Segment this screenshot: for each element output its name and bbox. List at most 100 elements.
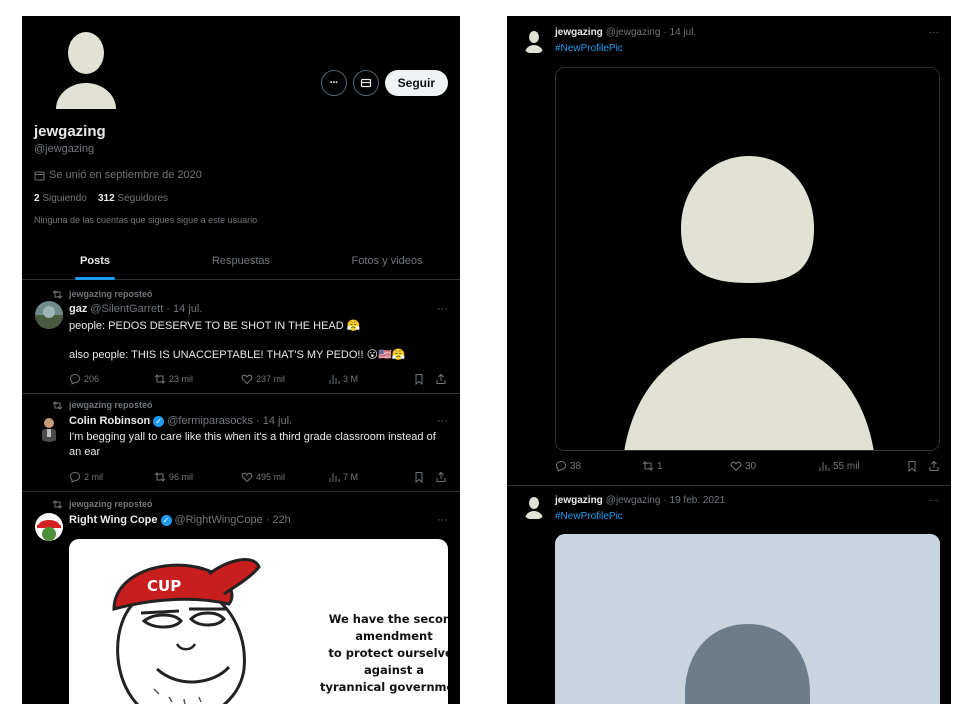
default-avatar-image (555, 534, 940, 704)
calendar-icon (34, 171, 45, 180)
more-icon[interactable]: ··· (437, 303, 448, 315)
avatar[interactable] (521, 494, 547, 520)
tweet-header: Colin Robinson ✓ @fermiparasocks · 14 ju… (69, 415, 448, 427)
like-button[interactable]: 237 mil (241, 373, 328, 385)
author-handle[interactable]: @SilentGarrett (90, 303, 163, 315)
author-name[interactable]: Colin Robinson (69, 415, 150, 427)
tweet-actions: 206 23 mil 237 mil 3 M (69, 373, 448, 385)
share-icon (436, 373, 446, 384)
profile-avatar[interactable] (22, 16, 152, 126)
share-button[interactable] (928, 460, 940, 472)
hashtag-link[interactable]: #NewProfilePic (555, 43, 623, 54)
tweet-time[interactable]: · 14 jul. (166, 303, 202, 315)
profile-stats: 2 Siguiendo 312 Seguidores (34, 193, 168, 204)
heart-icon (241, 472, 253, 483)
repost-icon (52, 289, 63, 299)
tweet-text: an ear (69, 446, 101, 458)
bookmark-button[interactable] (413, 471, 435, 483)
author-handle[interactable]: @RightWingCope (175, 514, 263, 526)
more-icon[interactable]: ··· (929, 27, 939, 38)
avatar[interactable] (35, 513, 63, 541)
author-name[interactable]: gaz (69, 303, 87, 315)
ellipsis-icon: ··· (329, 77, 339, 89)
reply-icon (555, 460, 567, 472)
hashtag-link[interactable]: #NewProfilePic (555, 511, 623, 522)
share-icon (436, 471, 446, 482)
bookmark-icon (908, 461, 916, 472)
reply-button[interactable]: 206 (69, 373, 154, 385)
tab-replies[interactable]: Respuestas (168, 248, 314, 279)
tweet[interactable]: jewgazing reposteó Colin Robinson ✓ @fer… (22, 394, 460, 492)
following-link[interactable]: 2 Siguiendo (34, 193, 87, 204)
views-button[interactable]: 7 M (328, 471, 413, 483)
media-tweets-panel: jewgazing @jewgazing · 14 jul. ··· #NewP… (507, 16, 951, 704)
tweet-image[interactable] (555, 534, 940, 704)
reply-button[interactable]: 38 (555, 460, 642, 472)
repost-icon (52, 499, 63, 509)
profile-joined: Se unió en septiembre de 2020 (34, 169, 202, 181)
repost-icon (52, 400, 63, 410)
follow-button[interactable]: Seguir (384, 70, 448, 96)
more-icon[interactable]: ··· (929, 495, 939, 506)
tweet-time[interactable]: · 14 jul. (663, 27, 696, 38)
verified-badge-icon: ✓ (160, 514, 172, 526)
avatar[interactable] (35, 414, 63, 442)
repost-indicator: jewgazing reposteó (52, 499, 153, 509)
author-handle[interactable]: @fermiparasocks (167, 415, 253, 427)
bookmark-icon (415, 472, 423, 483)
tweet-image[interactable]: CUP We have the second amendment to prot… (69, 539, 448, 704)
profile-name: jewgazing (34, 123, 106, 140)
share-icon (929, 460, 939, 471)
retweet-button[interactable]: 96 mil (154, 471, 241, 483)
chart-icon (329, 375, 340, 384)
heart-icon (730, 461, 742, 472)
author-name[interactable]: jewgazing (555, 495, 603, 506)
tweet-time[interactable]: · 22h (266, 514, 291, 526)
chart-icon (329, 473, 340, 482)
views-button[interactable]: 55 mil (818, 460, 906, 472)
repost-icon (154, 472, 166, 482)
repost-icon (642, 461, 654, 471)
followers-link[interactable]: 312 Seguidores (98, 193, 168, 204)
reply-icon (69, 373, 81, 385)
profile-panel: ··· Seguir jewgazing @jewgazing Se unió … (22, 16, 460, 704)
message-button[interactable] (352, 70, 379, 96)
avatar[interactable] (521, 28, 547, 54)
tweet[interactable]: jewgazing reposteó gaz @SilentGarrett · … (22, 281, 460, 394)
author-name[interactable]: Right Wing Cope (69, 514, 158, 526)
verified-badge-icon: ✓ (153, 415, 165, 427)
share-button[interactable] (435, 471, 447, 483)
more-options-button[interactable]: ··· (320, 70, 347, 96)
retweet-button[interactable]: 1 (642, 460, 730, 472)
tweet-actions: 38 1 30 55 mil (555, 460, 941, 472)
more-icon[interactable]: ··· (437, 514, 448, 526)
like-button[interactable]: 495 mil (241, 471, 328, 483)
avatar[interactable] (35, 301, 63, 329)
more-icon[interactable]: ··· (437, 415, 448, 427)
tweet-time[interactable]: · 19 feb. 2021 (663, 495, 725, 506)
share-button[interactable] (435, 373, 447, 385)
reply-button[interactable]: 2 mil (69, 471, 154, 483)
profile-actions: ··· Seguir (320, 70, 448, 96)
like-button[interactable]: 30 (730, 460, 818, 472)
tweet-image[interactable] (555, 67, 940, 451)
bookmark-button[interactable] (413, 373, 435, 385)
chart-icon (819, 462, 830, 471)
repost-icon (154, 374, 166, 384)
tweet-actions: 2 mil 96 mil 495 mil 7 M (69, 471, 448, 483)
author-handle[interactable]: @jewgazing (606, 27, 661, 38)
tab-posts[interactable]: Posts (22, 248, 168, 280)
repost-indicator: jewgazing reposteó (52, 289, 153, 299)
author-name[interactable]: jewgazing (555, 27, 603, 38)
bookmark-icon (415, 374, 423, 385)
author-handle[interactable]: @jewgazing (606, 495, 661, 506)
divider (507, 485, 951, 486)
profile-handle: @jewgazing (34, 143, 95, 155)
tab-media[interactable]: Fotos y videos (314, 248, 460, 279)
tweet-time[interactable]: · 14 jul. (256, 415, 292, 427)
tweet-text: also people: THIS IS UNACCEPTABLE! THAT'… (69, 349, 406, 361)
repost-indicator: jewgazing reposteó (52, 400, 153, 410)
bookmark-button[interactable] (906, 460, 928, 472)
retweet-button[interactable]: 23 mil (154, 373, 241, 385)
views-button[interactable]: 3 M (328, 373, 413, 385)
